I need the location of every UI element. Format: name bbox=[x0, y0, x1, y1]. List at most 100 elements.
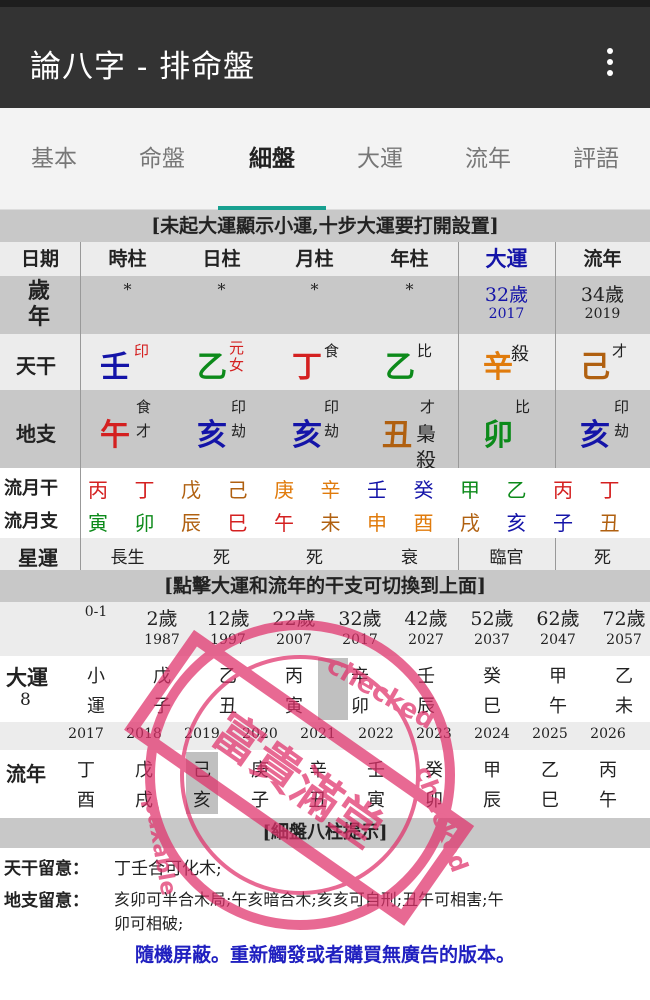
xingyun-dayun: 臨官 bbox=[489, 548, 524, 568]
liunian-gan-0[interactable]: 丁 bbox=[58, 756, 114, 782]
liunian-zhi-7[interactable]: 辰 bbox=[464, 786, 520, 812]
grid-line bbox=[458, 242, 459, 468]
dayun-year-3: 2007 bbox=[276, 632, 312, 648]
dizhi-day[interactable]: 亥 bbox=[197, 410, 227, 454]
tab-comments[interactable]: 評語 bbox=[542, 108, 650, 210]
liunian-zhi-6[interactable]: 卯 bbox=[406, 786, 462, 812]
tab-chart[interactable]: 命盤 bbox=[108, 108, 216, 210]
liunian-year-2: 2019 bbox=[184, 726, 220, 742]
dayun-zhi-8[interactable]: 未 bbox=[594, 692, 650, 718]
header-date: 日期 bbox=[20, 248, 59, 270]
liunian-zhi-8[interactable]: 巳 bbox=[522, 786, 578, 812]
dayun-gan-8[interactable]: 乙 bbox=[594, 662, 650, 688]
tiangan-year[interactable]: 乙 bbox=[385, 342, 415, 386]
liunian-zhi-0[interactable]: 酉 bbox=[58, 786, 114, 812]
dizhi-label: 地支 bbox=[16, 422, 56, 446]
liunian-zhi-5[interactable]: 寅 bbox=[348, 786, 404, 812]
dizhi-year-god-1: 才 bbox=[420, 398, 436, 416]
liuyue-gan-3: 己 bbox=[227, 478, 248, 502]
dayun-age-7: 62歲 bbox=[536, 608, 580, 630]
liunian-year-6: 2023 bbox=[416, 726, 452, 742]
dayun-zhi-7[interactable]: 午 bbox=[528, 692, 588, 718]
dayun-year-7: 2047 bbox=[540, 632, 576, 648]
dayun-gan-6[interactable]: 癸 bbox=[462, 662, 522, 688]
dizhi-hour[interactable]: 午 bbox=[100, 410, 130, 454]
liuyue-gan-2: 戊 bbox=[181, 478, 201, 502]
liunian-gan-1[interactable]: 戊 bbox=[116, 756, 172, 782]
tiangan-day[interactable]: 乙 bbox=[197, 342, 227, 386]
dizhi-month[interactable]: 亥 bbox=[292, 410, 322, 454]
dayun-zhi-4[interactable]: 卯 bbox=[330, 692, 390, 718]
tiangan-dayun[interactable]: 辛 bbox=[483, 342, 513, 386]
dizhi-hour-god-1: 食 bbox=[136, 398, 152, 416]
tab-liunian[interactable]: 流年 bbox=[434, 108, 542, 210]
liunian-gan-7[interactable]: 甲 bbox=[464, 756, 520, 782]
liunian-gan-4[interactable]: 辛 bbox=[290, 756, 346, 782]
liunian-gan-3[interactable]: 庚 bbox=[232, 756, 288, 782]
liunian-gan-6[interactable]: 癸 bbox=[406, 756, 462, 782]
tab-detail[interactable]: 細盤 bbox=[218, 108, 326, 210]
dayun-gan-2[interactable]: 乙 bbox=[198, 662, 258, 688]
liunian-gan-9[interactable]: 丙 bbox=[580, 756, 636, 782]
dayun-gan-5[interactable]: 壬 bbox=[396, 662, 456, 688]
tab-dayun[interactable]: 大運 bbox=[326, 108, 434, 210]
liuyue-gan-1: 丁 bbox=[134, 478, 155, 502]
dayun-year-5: 2027 bbox=[408, 632, 444, 648]
header-liunian: 流年 bbox=[583, 248, 622, 270]
liunian-year-1: 2018 bbox=[126, 726, 162, 742]
xingyun-liunian: 死 bbox=[594, 548, 611, 568]
age-row-label: 歲年 bbox=[28, 278, 51, 330]
dayun-zhi-2[interactable]: 丑 bbox=[198, 692, 258, 718]
liuyue-zhi-3: 巳 bbox=[227, 511, 248, 535]
liunian-gan-5[interactable]: 壬 bbox=[348, 756, 404, 782]
dayun-zhi-0[interactable]: 運 bbox=[66, 692, 126, 718]
dayun-age: 32歲 bbox=[484, 284, 529, 306]
liunian-year: 2019 bbox=[584, 306, 621, 322]
dayun-year-2: 1997 bbox=[210, 632, 246, 648]
overflow-menu-icon[interactable] bbox=[600, 45, 620, 81]
liunian-gan-2[interactable]: 己 bbox=[174, 756, 230, 782]
dizhi-month-god-2: 劫 bbox=[324, 422, 340, 440]
dayun-gan-1[interactable]: 戊 bbox=[132, 662, 192, 688]
dayun-zhi-1[interactable]: 子 bbox=[132, 692, 192, 718]
liunian-zhi-9[interactable]: 午 bbox=[580, 786, 636, 812]
liuyue-gan-9: 乙 bbox=[506, 478, 527, 502]
dayun-zhi-5[interactable]: 辰 bbox=[396, 692, 456, 718]
liuyue-zhi-10: 子 bbox=[553, 511, 573, 535]
dayun-gan-4[interactable]: 辛 bbox=[330, 662, 390, 688]
liunian-zhi-2[interactable]: 亥 bbox=[174, 786, 230, 812]
dizhi-liunian[interactable]: 亥 bbox=[580, 410, 610, 454]
dizhi-dayun-god-1: 比 bbox=[515, 398, 531, 416]
dizhi-year[interactable]: 丑 bbox=[382, 410, 412, 454]
tiangan-hour[interactable]: 壬 bbox=[100, 342, 130, 386]
dizhi-note-label: 地支留意： bbox=[4, 891, 89, 911]
dayun-gan-7[interactable]: 甲 bbox=[528, 662, 588, 688]
liuyue-gan-0: 丙 bbox=[88, 478, 108, 502]
dizhi-liunian-god-2: 劫 bbox=[614, 422, 630, 440]
tiangan-note-text: 丁壬合可化木; bbox=[114, 859, 222, 879]
liunian-zhi-3[interactable]: 子 bbox=[232, 786, 288, 812]
dayun-year-6: 2037 bbox=[474, 632, 510, 648]
dayun-year-8: 2057 bbox=[606, 632, 642, 648]
dayun-age-5: 42歲 bbox=[404, 608, 448, 630]
dayun-zhi-3[interactable]: 寅 bbox=[264, 692, 324, 718]
tiangan-liunian[interactable]: 己 bbox=[580, 342, 610, 386]
dizhi-liunian-god-1: 印 bbox=[614, 398, 630, 416]
dayun-age-2: 12歲 bbox=[206, 608, 250, 630]
tiangan-year-god: 比 bbox=[417, 342, 433, 360]
liunian-zhi-1[interactable]: 戌 bbox=[116, 786, 172, 812]
liunian-year-5: 2022 bbox=[358, 726, 394, 742]
dayun-zhi-6[interactable]: 巳 bbox=[462, 692, 522, 718]
dayun-gan-0[interactable]: 小 bbox=[66, 662, 126, 688]
liunian-zhi-4[interactable]: 丑 bbox=[290, 786, 346, 812]
liunian-gan-8[interactable]: 乙 bbox=[522, 756, 578, 782]
tab-basic[interactable]: 基本 bbox=[0, 108, 108, 210]
liuyue-gan-5: 辛 bbox=[320, 478, 341, 502]
tiangan-month[interactable]: 丁 bbox=[292, 342, 322, 386]
grid-line bbox=[80, 538, 81, 570]
dayun-gan-3[interactable]: 丙 bbox=[264, 662, 324, 688]
dizhi-dayun[interactable]: 卯 bbox=[483, 410, 513, 454]
dayun-year-1: 1987 bbox=[144, 632, 180, 648]
ad-banner-text[interactable]: 隨機屏蔽。重新觸發或者購買無廣告的版本。 bbox=[0, 940, 650, 967]
liuyue-gan-8: 甲 bbox=[460, 478, 480, 502]
